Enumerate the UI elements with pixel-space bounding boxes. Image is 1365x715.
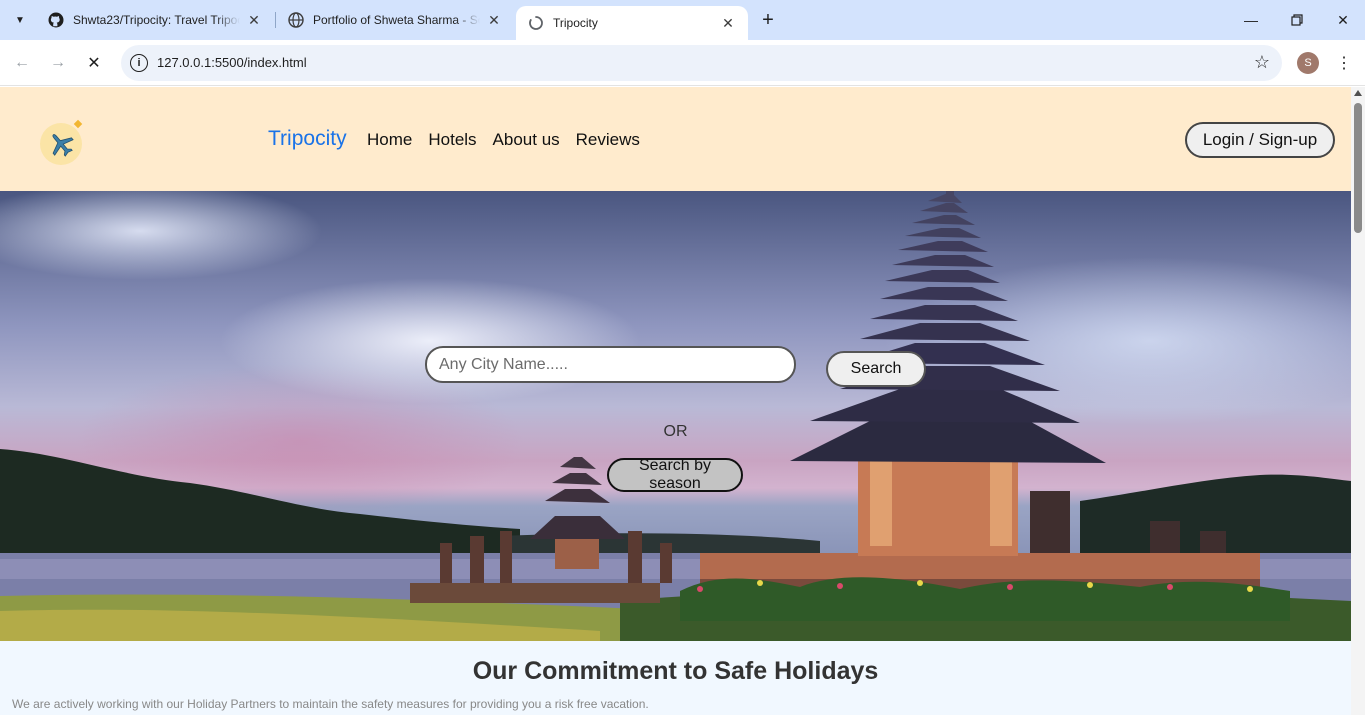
airplane-logo-icon[interactable]: [40, 119, 83, 165]
commitment-heading: Our Commitment to Safe Holidays: [472, 657, 879, 685]
profile-avatar[interactable]: S: [1297, 52, 1319, 74]
minimize-icon[interactable]: —: [1228, 0, 1274, 40]
scrollbar-thumb[interactable]: [1354, 103, 1362, 233]
close-tab-icon[interactable]: ✕: [246, 12, 262, 28]
address-bar[interactable]: i 127.0.0.1:5500/index.html ☆: [121, 45, 1282, 81]
search-button[interactable]: Search: [826, 351, 926, 387]
main-nav: Home Hotels About us Reviews: [367, 130, 640, 150]
login-signup-button[interactable]: Login / Sign-up: [1185, 122, 1335, 158]
new-tab-plus-icon[interactable]: +: [756, 8, 780, 32]
restore-icon[interactable]: [1274, 0, 1320, 40]
scroll-up-arrow-icon[interactable]: [1354, 90, 1362, 96]
tab-search-chevron-icon[interactable]: ▼: [8, 8, 32, 32]
close-window-icon[interactable]: ✕: [1320, 0, 1365, 40]
stop-loading-icon[interactable]: ✕: [80, 49, 108, 77]
commitment-description: We are actively working with our Holiday…: [12, 697, 649, 711]
hero-banner: Search OR Search by season: [0, 191, 1351, 641]
city-search-input[interactable]: [425, 346, 796, 383]
back-arrow-icon[interactable]: ←: [8, 49, 36, 77]
nav-home[interactable]: Home: [367, 130, 412, 150]
browser-toolbar: ← → ✕ i 127.0.0.1:5500/index.html ☆ S ⋮: [0, 40, 1365, 86]
forward-arrow-icon[interactable]: →: [44, 49, 72, 77]
nav-hotels[interactable]: Hotels: [428, 130, 476, 150]
site-info-icon[interactable]: i: [130, 54, 148, 72]
nav-about-us[interactable]: About us: [493, 130, 560, 150]
globe-icon: [288, 12, 304, 28]
brand-name[interactable]: Tripocity: [268, 127, 347, 151]
browser-menu-icon[interactable]: ⋮: [1334, 52, 1354, 74]
github-icon: [48, 12, 64, 28]
page-scrollbar[interactable]: [1351, 87, 1365, 715]
nav-reviews[interactable]: Reviews: [576, 130, 640, 150]
url-text[interactable]: 127.0.0.1:5500/index.html: [157, 55, 307, 70]
tab-title: Tripocity: [553, 16, 598, 30]
loading-spinner-icon: [528, 15, 544, 31]
site-header: Tripocity Home Hotels About us Reviews L…: [0, 87, 1351, 191]
browser-tabstrip: ▼ Shwta23/Tripocity: Travel Tripocity ✕ …: [0, 0, 1365, 40]
tab-github[interactable]: Shwta23/Tripocity: Travel Tripocity ✕: [36, 0, 274, 40]
or-divider-text: OR: [663, 423, 688, 440]
tab-tripocity[interactable]: Tripocity ✕: [516, 6, 748, 40]
search-by-season-button[interactable]: Search by season: [607, 457, 743, 492]
bookmark-star-icon[interactable]: ☆: [1254, 52, 1270, 73]
page-viewport: Tripocity Home Hotels About us Reviews L…: [0, 87, 1351, 715]
tab-portfolio[interactable]: Portfolio of Shweta Sharma - Software ✕: [276, 0, 514, 40]
tab-title: Portfolio of Shweta Sharma - Software: [313, 13, 480, 27]
temple-lake-scene: [0, 191, 1351, 641]
tab-title: Shwta23/Tripocity: Travel Tripocity: [73, 13, 240, 27]
close-tab-icon[interactable]: ✕: [720, 15, 736, 31]
close-tab-icon[interactable]: ✕: [486, 12, 502, 28]
